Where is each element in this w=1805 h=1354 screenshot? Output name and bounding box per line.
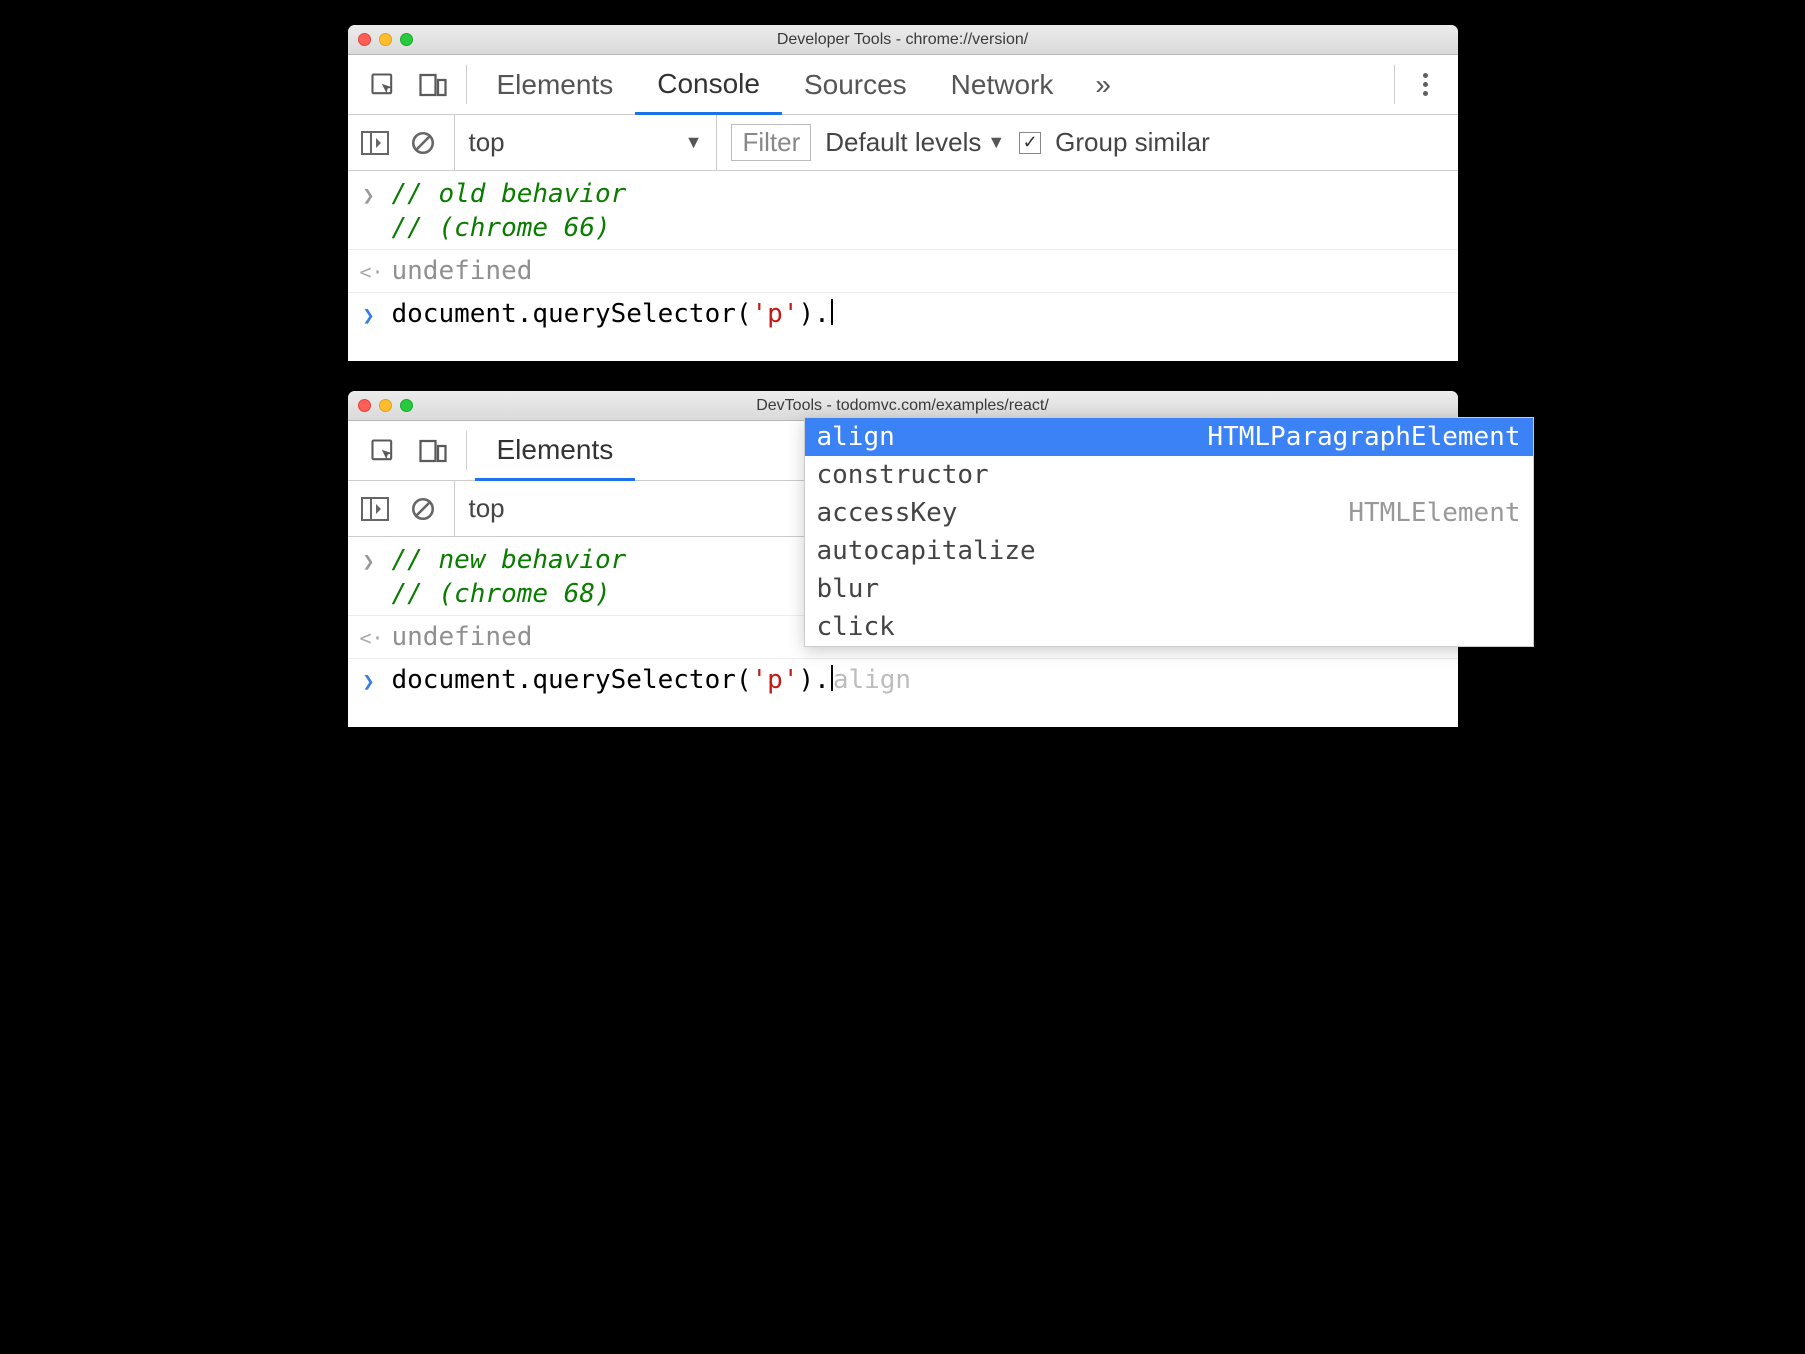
divider: [466, 65, 467, 104]
menu-icon[interactable]: [1403, 73, 1448, 96]
minimize-icon[interactable]: [379, 399, 392, 412]
clear-console-icon[interactable]: [406, 492, 440, 526]
context-selector[interactable]: top: [454, 481, 519, 536]
tab-network[interactable]: Network: [929, 55, 1076, 114]
tab-console[interactable]: Console: [635, 56, 782, 115]
console-comment-line: // (chrome 66): [348, 211, 1458, 245]
close-icon[interactable]: [358, 33, 371, 46]
device-icon[interactable]: [408, 421, 458, 481]
chevron-down-icon: ▼: [987, 132, 1005, 153]
clear-console-icon[interactable]: [406, 126, 440, 160]
divider: [1394, 65, 1395, 104]
more-tabs-icon[interactable]: »: [1075, 69, 1131, 101]
input-marker-icon: ❯: [360, 179, 378, 207]
output-marker-icon: <·: [360, 622, 378, 650]
undefined-result: undefined: [392, 256, 533, 286]
autocomplete-item[interactable]: click: [805, 608, 1533, 646]
comment-text: // new behavior: [392, 545, 627, 575]
undefined-result: undefined: [392, 622, 533, 652]
autocomplete-name: align: [817, 422, 895, 452]
inspect-icon[interactable]: [358, 55, 408, 115]
output-marker-icon: <·: [360, 256, 378, 284]
traffic-lights: [358, 399, 413, 412]
zoom-icon[interactable]: [400, 399, 413, 412]
console-result-line: <· undefined: [348, 254, 1458, 288]
autocomplete-name: click: [817, 612, 895, 642]
autocomplete-name: autocapitalize: [817, 536, 1036, 566]
prompt-code[interactable]: document.querySelector('p').align: [392, 665, 912, 695]
autocomplete-type: HTMLParagraphElement: [1207, 422, 1520, 452]
filter-input[interactable]: Filter: [731, 124, 811, 161]
sidebar-toggle-icon[interactable]: [358, 126, 392, 160]
levels-label: Default levels: [825, 127, 981, 158]
autocomplete-item[interactable]: autocapitalize: [805, 532, 1533, 570]
autocomplete-item[interactable]: constructor: [805, 456, 1533, 494]
inspect-icon[interactable]: [358, 421, 408, 481]
devtools-window-2: DevTools - todomvc.com/examples/react/ E…: [348, 391, 1458, 727]
autocomplete-name: constructor: [817, 460, 989, 490]
close-icon[interactable]: [358, 399, 371, 412]
text-caret: [831, 299, 833, 325]
divider: [466, 431, 467, 470]
comment-text: // old behavior: [392, 179, 627, 209]
prompt-code[interactable]: document.querySelector('p').: [392, 299, 833, 329]
window-title: DevTools - todomvc.com/examples/react/: [348, 397, 1458, 415]
tab-elements[interactable]: Elements: [475, 55, 636, 114]
context-selector[interactable]: top ▼: [454, 115, 718, 170]
input-marker-icon: ❯: [360, 545, 378, 573]
console-prompt-line[interactable]: ❯ document.querySelector('p').: [348, 297, 1458, 331]
log-levels[interactable]: Default levels ▼: [825, 127, 1005, 158]
prompt-marker-icon: ❯: [360, 299, 378, 327]
comment-text: // (chrome 66): [392, 213, 611, 243]
group-similar-checkbox[interactable]: ✓: [1019, 132, 1041, 154]
autocomplete-item[interactable]: blur: [805, 570, 1533, 608]
autocomplete-type: HTMLElement: [1348, 498, 1520, 528]
console-output: ❯ // old behavior // (chrome 66) <· unde…: [348, 171, 1458, 361]
ghost-suggestion: align: [833, 665, 911, 695]
autocomplete-name: accessKey: [817, 498, 958, 528]
autocomplete-name: blur: [817, 574, 880, 604]
context-label: top: [469, 493, 505, 524]
zoom-icon[interactable]: [400, 33, 413, 46]
window-title: Developer Tools - chrome://version/: [348, 31, 1458, 49]
tabbar: Elements Console Sources Network »: [348, 55, 1458, 115]
console-toolbar: top ▼ Filter Default levels ▼ ✓ Group si…: [348, 115, 1458, 171]
autocomplete-popup[interactable]: align HTMLParagraphElement constructor acce…: [804, 417, 1534, 647]
device-icon[interactable]: [408, 55, 458, 115]
group-similar-label: Group similar: [1055, 127, 1210, 158]
tab-elements[interactable]: Elements: [475, 422, 636, 481]
autocomplete-item[interactable]: accessKey HTMLElement: [805, 494, 1533, 532]
traffic-lights: [358, 33, 413, 46]
autocomplete-item[interactable]: align HTMLParagraphElement: [805, 418, 1533, 456]
prompt-marker-icon: ❯: [360, 665, 378, 693]
sidebar-toggle-icon[interactable]: [358, 492, 392, 526]
console-prompt-line[interactable]: ❯ document.querySelector('p').align: [348, 663, 1458, 697]
comment-text: // (chrome 68): [392, 579, 611, 609]
console-comment-line: ❯ // old behavior: [348, 177, 1458, 211]
context-label: top: [469, 127, 505, 158]
tab-sources[interactable]: Sources: [782, 55, 929, 114]
chevron-down-icon: ▼: [685, 132, 703, 153]
titlebar: Developer Tools - chrome://version/: [348, 25, 1458, 55]
devtools-window-1: Developer Tools - chrome://version/ Elem…: [348, 25, 1458, 361]
minimize-icon[interactable]: [379, 33, 392, 46]
